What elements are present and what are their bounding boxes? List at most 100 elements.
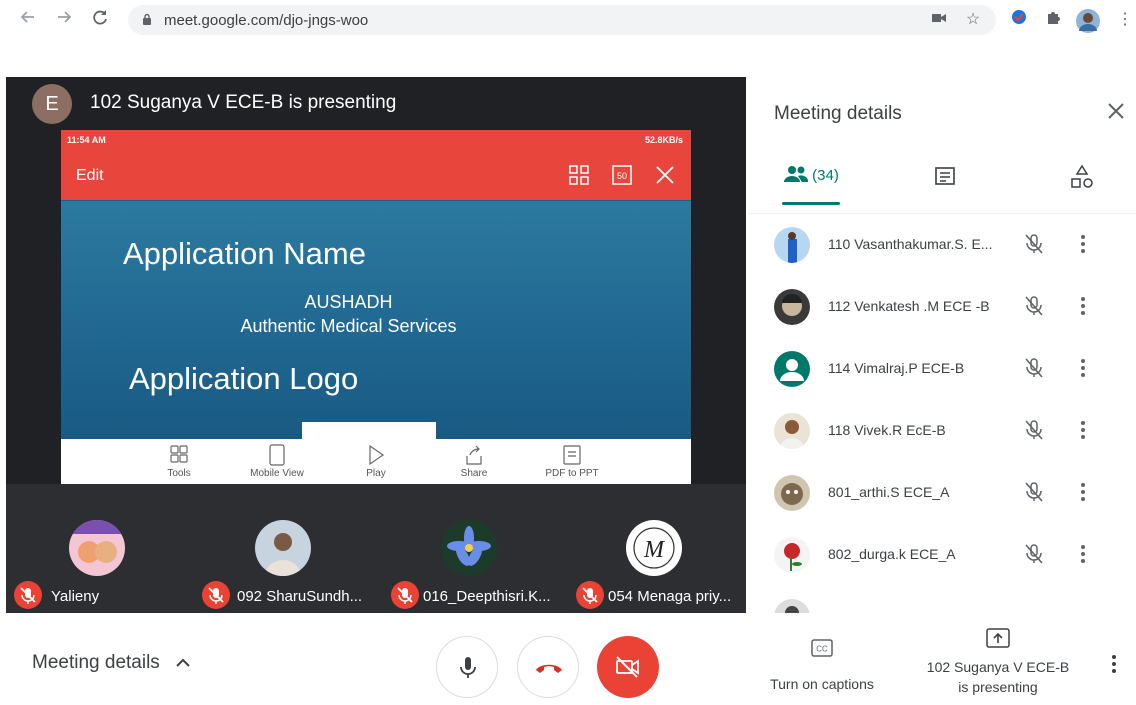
leave-call-button[interactable] bbox=[517, 636, 579, 698]
chevron-up-icon bbox=[176, 658, 190, 667]
participant-name: 802_durga.k ECE_A bbox=[828, 546, 956, 562]
avatar bbox=[774, 227, 810, 263]
microphone-icon bbox=[460, 657, 476, 678]
slide-line-subtitle: Authentic Medical Services bbox=[240, 316, 457, 336]
status-time: 11:54 AM bbox=[67, 135, 106, 145]
presenter-title: 102 Suganya V ECE-B is presenting bbox=[90, 92, 397, 113]
extension-icon[interactable] bbox=[1008, 9, 1030, 31]
avatar bbox=[774, 413, 810, 449]
avatar bbox=[255, 520, 311, 576]
meeting-details-toggle[interactable]: Meeting details bbox=[32, 652, 191, 674]
present-screen-icon bbox=[986, 628, 1010, 648]
slide-line-aushadh: AUSHADH bbox=[304, 292, 393, 312]
muted-mic-icon bbox=[1025, 544, 1043, 564]
browser-menu-icon[interactable]: ⋮ bbox=[1114, 9, 1136, 31]
captions-icon: CC bbox=[811, 639, 833, 657]
app-bottom-toolbar: Tools Mobile View Play Share PDF to PPT bbox=[61, 439, 691, 484]
participant-row-partial[interactable] bbox=[748, 586, 1136, 613]
more-options-icon[interactable] bbox=[1079, 543, 1087, 565]
muted-mic-icon bbox=[391, 581, 419, 609]
muted-mic-icon bbox=[1025, 358, 1043, 378]
muted-mic-icon bbox=[576, 581, 604, 609]
share-icon bbox=[466, 445, 482, 465]
status-network-speed: 52.8KB/s bbox=[644, 135, 683, 145]
bookmark-star-icon[interactable]: ☆ bbox=[962, 9, 984, 31]
browser-toolbar: meet.google.com/djo-jngs-woo ☆ ⋮ bbox=[0, 0, 1136, 42]
presenting-line-2: is presenting bbox=[958, 679, 1038, 695]
slide-content: Application Name AUSHADH Authentic Medic… bbox=[61, 201, 691, 439]
participant-list: 110 Vasanthakumar.S. E... 112 Venkatesh … bbox=[748, 213, 1136, 613]
participant-tile[interactable]: M 054 Menaga priy... bbox=[571, 484, 746, 613]
participant-name: 118 Vivek.R EcE-B bbox=[828, 422, 946, 438]
tool-label: PDF to PPT bbox=[545, 468, 599, 479]
more-options-icon[interactable] bbox=[1079, 481, 1087, 503]
tab-people[interactable]: (34) bbox=[784, 165, 839, 184]
tool-label: Tools bbox=[167, 468, 191, 479]
play-icon bbox=[369, 444, 385, 466]
forward-arrow-icon[interactable] bbox=[52, 8, 76, 32]
participant-row[interactable]: 112 Venkatesh .M ECE -B bbox=[748, 276, 1136, 338]
participant-row[interactable]: 114 Vimalraj.P ECE-B bbox=[748, 338, 1136, 400]
avatar bbox=[774, 475, 810, 511]
presentation-stage: E 102 Suganya V ECE-B is presenting 11:5… bbox=[6, 77, 746, 613]
camera-indicator-icon[interactable] bbox=[928, 9, 950, 31]
muted-mic-icon bbox=[14, 581, 42, 609]
more-options-icon[interactable] bbox=[1079, 419, 1087, 441]
close-panel-icon[interactable] bbox=[1106, 101, 1126, 126]
back-arrow-icon[interactable] bbox=[16, 8, 40, 32]
phone-icon bbox=[269, 444, 285, 466]
profile-avatar[interactable] bbox=[1076, 9, 1100, 33]
more-options-icon[interactable] bbox=[1079, 357, 1087, 379]
participant-row[interactable]: 801_arthi.S ECE_A bbox=[748, 462, 1136, 524]
more-options-icon[interactable] bbox=[1110, 653, 1118, 675]
slide-logo-placeholder bbox=[302, 422, 436, 439]
captions-label: Turn on captions bbox=[770, 676, 874, 692]
tool-mobile-view: Mobile View bbox=[237, 444, 317, 479]
tab-chat[interactable] bbox=[934, 166, 956, 188]
presenter-header: E 102 Suganya V ECE-B is presenting bbox=[6, 77, 746, 129]
more-options-icon[interactable] bbox=[1079, 233, 1087, 255]
tool-label: Share bbox=[460, 468, 488, 479]
call-controls-bar: Meeting details CC Turn on captions 102 … bbox=[0, 613, 1136, 705]
tool-tools: Tools bbox=[139, 444, 219, 479]
camera-toggle-button[interactable] bbox=[597, 636, 659, 698]
tool-pdf-to-ppt: PDF to PPT bbox=[532, 444, 612, 479]
url-text: meet.google.com/djo-jngs-woo bbox=[164, 12, 369, 29]
participant-tile[interactable]: 016_Deepthisri.K... bbox=[386, 484, 571, 613]
participant-name: 801_arthi.S ECE_A bbox=[828, 484, 950, 500]
meeting-details-panel: Meeting details (34) 110 Vasanthakumar.S… bbox=[748, 77, 1136, 613]
address-bar[interactable]: meet.google.com/djo-jngs-woo bbox=[128, 5, 996, 35]
more-options-icon[interactable] bbox=[1079, 295, 1087, 317]
participant-row[interactable]: 110 Vasanthakumar.S. E... bbox=[748, 214, 1136, 276]
grid-view-icon bbox=[569, 165, 589, 185]
tool-play: Play bbox=[336, 444, 416, 479]
grid-icon bbox=[170, 445, 188, 463]
participant-name: 112 Venkatesh .M ECE -B bbox=[828, 298, 990, 314]
slide-heading-app-name: Application Name bbox=[123, 236, 366, 271]
people-icon bbox=[784, 166, 809, 182]
participant-name: Yalieny bbox=[51, 588, 100, 605]
muted-mic-icon bbox=[1025, 234, 1043, 254]
participant-tile[interactable]: 092 SharuSundh... bbox=[196, 484, 386, 613]
panel-title: Meeting details bbox=[774, 103, 902, 124]
participant-row[interactable]: 802_durga.k ECE_A bbox=[748, 524, 1136, 586]
phone-status-bar: 11:54 AM 52.8KB/s bbox=[61, 130, 691, 150]
puzzle-extensions-icon[interactable] bbox=[1042, 9, 1064, 31]
panel-tabs: (34) bbox=[748, 159, 1136, 205]
tab-activities[interactable] bbox=[1070, 164, 1094, 190]
svg-text:50: 50 bbox=[617, 171, 627, 181]
close-icon bbox=[656, 166, 674, 184]
participant-tiles: Yalieny 092 SharuSundh... 016_Deepthisri… bbox=[6, 484, 746, 613]
reload-icon[interactable] bbox=[88, 8, 112, 32]
avatar bbox=[69, 520, 125, 576]
participant-name: 114 Vimalraj.P ECE-B bbox=[828, 360, 965, 376]
participant-tile[interactable]: Yalieny bbox=[6, 484, 196, 613]
svg-text:CC: CC bbox=[816, 645, 828, 654]
microphone-button[interactable] bbox=[436, 636, 498, 698]
participant-row[interactable]: 118 Vivek.R EcE-B bbox=[748, 400, 1136, 462]
meeting-details-label: Meeting details bbox=[32, 652, 160, 673]
muted-mic-icon bbox=[1025, 296, 1043, 316]
tool-share: Share bbox=[434, 444, 514, 479]
page-count-icon: 50 bbox=[612, 165, 632, 185]
participant-name: 092 SharuSundh... bbox=[237, 588, 363, 605]
